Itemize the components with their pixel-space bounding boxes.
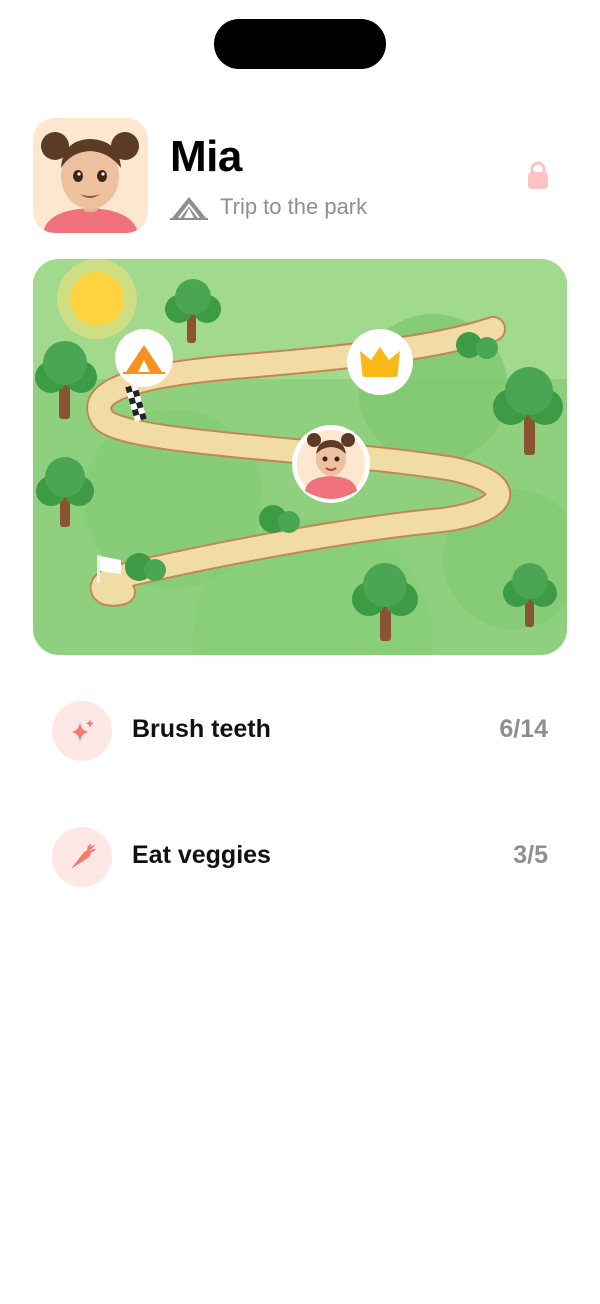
task-count: 6/14 xyxy=(499,715,548,743)
task-title: Eat veggies xyxy=(132,841,271,869)
task-row[interactable]: Eat veggies 3/5 xyxy=(52,827,548,887)
carrot-icon xyxy=(52,827,112,887)
task-count: 3/5 xyxy=(513,841,548,869)
trip-label: Trip to the park xyxy=(220,194,368,219)
sparkles-icon xyxy=(52,701,112,761)
tent-marker[interactable] xyxy=(115,329,173,387)
avatar[interactable] xyxy=(33,118,148,233)
lock-icon[interactable] xyxy=(527,160,549,190)
profile-name: Mia xyxy=(170,132,242,181)
girl-avatar-icon xyxy=(33,118,148,233)
sun-icon xyxy=(57,259,137,339)
task-title: Brush teeth xyxy=(132,715,271,743)
avatar-marker[interactable] xyxy=(292,425,370,503)
task-row[interactable]: Brush teeth 6/14 xyxy=(52,701,548,761)
tent-icon xyxy=(170,197,208,220)
trip-row: Trip to the park xyxy=(170,192,367,222)
profile-header: Mia Trip to the park xyxy=(33,118,567,234)
trip-map xyxy=(33,259,567,655)
dynamic-island xyxy=(214,19,386,69)
crown-marker[interactable] xyxy=(347,329,413,395)
